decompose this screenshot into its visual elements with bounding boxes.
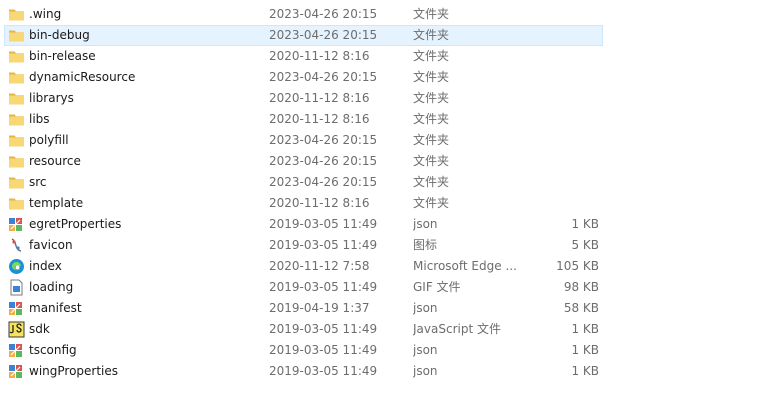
- file-name: index: [29, 259, 62, 273]
- file-name: tsconfig: [29, 343, 77, 357]
- json-file-icon: [8, 363, 25, 380]
- file-date-modified: 2019-03-05 11:49: [269, 238, 378, 252]
- file-type: 文件夹: [413, 7, 450, 21]
- file-type: 文件夹: [413, 112, 450, 126]
- file-row-resource[interactable]: resource 2023-04-26 20:15 文件夹: [0, 151, 782, 172]
- file-date-modified: 2023-04-26 20:15: [269, 7, 378, 21]
- file-date-modified: 2023-04-26 20:15: [269, 175, 378, 189]
- file-type: json: [413, 343, 438, 357]
- file-size: 105 KB: [556, 259, 599, 273]
- file-row-librarys[interactable]: librarys 2020-11-12 8:16 文件夹: [0, 88, 782, 109]
- file-type: json: [413, 217, 438, 231]
- file-size: 1 KB: [571, 364, 599, 378]
- file-row-favicon[interactable]: favicon 2019-03-05 11:49 图标 5 KB: [0, 235, 782, 256]
- file-date-modified: 2020-11-12 8:16: [269, 112, 370, 126]
- file-row-template[interactable]: template 2020-11-12 8:16 文件夹: [0, 193, 782, 214]
- file-name: libs: [29, 112, 50, 126]
- folder-icon: [8, 48, 25, 65]
- json-file-icon: [8, 342, 25, 359]
- file-name: wingProperties: [29, 364, 119, 378]
- file-type: 文件夹: [413, 28, 450, 42]
- folder-icon: [8, 132, 25, 149]
- file-type: 文件夹: [413, 91, 450, 105]
- file-list: .wing 2023-04-26 20:15 文件夹 bin-debug 202…: [0, 4, 782, 382]
- file-date-modified: 2019-03-05 11:49: [269, 280, 378, 294]
- file-date-modified: 2019-04-19 1:37: [269, 301, 370, 315]
- file-type: 文件夹: [413, 70, 450, 84]
- folder-icon: [8, 6, 25, 23]
- file-type: json: [413, 301, 438, 315]
- file-row-loading[interactable]: loading 2019-03-05 11:49 GIF 文件 98 KB: [0, 277, 782, 298]
- file-size: 1 KB: [571, 343, 599, 357]
- file-name: loading: [29, 280, 74, 294]
- file-type: JavaScript 文件: [413, 322, 501, 336]
- folder-icon: [8, 174, 25, 191]
- file-name: egretProperties: [29, 217, 122, 231]
- file-size: 5 KB: [571, 238, 599, 252]
- file-row-src[interactable]: src 2023-04-26 20:15 文件夹: [0, 172, 782, 193]
- file-date-modified: 2019-03-05 11:49: [269, 343, 378, 357]
- file-name: .wing: [29, 7, 62, 21]
- file-row-manifest[interactable]: manifest 2019-04-19 1:37 json 58 KB: [0, 298, 782, 319]
- file-row-wing[interactable]: .wing 2023-04-26 20:15 文件夹: [0, 4, 782, 25]
- file-date-modified: 2019-03-05 11:49: [269, 364, 378, 378]
- file-date-modified: 2019-03-05 11:49: [269, 217, 378, 231]
- file-row-wingproperties[interactable]: wingProperties 2019-03-05 11:49 json 1 K…: [0, 361, 782, 382]
- file-name: manifest: [29, 301, 82, 315]
- edge-html-icon: [8, 258, 25, 275]
- folder-icon: [8, 153, 25, 170]
- file-type: 文件夹: [413, 196, 450, 210]
- file-date-modified: 2020-11-12 8:16: [269, 91, 370, 105]
- file-date-modified: 2020-11-12 8:16: [269, 196, 370, 210]
- file-size: 98 KB: [563, 280, 599, 294]
- file-type: 文件夹: [413, 175, 450, 189]
- file-name: favicon: [29, 238, 73, 252]
- file-row-sdk[interactable]: sdk 2019-03-05 11:49 JavaScript 文件 1 KB: [0, 319, 782, 340]
- file-type: json: [413, 364, 438, 378]
- file-type: GIF 文件: [413, 280, 461, 294]
- file-name: bin-release: [29, 49, 96, 63]
- file-row-egretproperties[interactable]: egretProperties 2019-03-05 11:49 json 1 …: [0, 214, 782, 235]
- js-file-icon: [8, 321, 25, 338]
- file-name: template: [29, 196, 84, 210]
- file-type: 文件夹: [413, 133, 450, 147]
- file-name: resource: [29, 154, 81, 168]
- file-name: dynamicResource: [29, 70, 136, 84]
- file-row-bin-release[interactable]: bin-release 2020-11-12 8:16 文件夹: [0, 46, 782, 67]
- file-size: 58 KB: [563, 301, 599, 315]
- folder-icon: [8, 27, 25, 44]
- file-date-modified: 2023-04-26 20:15: [269, 28, 378, 42]
- json-file-icon: [8, 300, 25, 317]
- file-row-libs[interactable]: libs 2020-11-12 8:16 文件夹: [0, 109, 782, 130]
- file-size: 1 KB: [571, 217, 599, 231]
- file-row-index[interactable]: index 2020-11-12 7:58 Microsoft Edge ...…: [0, 256, 782, 277]
- gif-file-icon: [8, 279, 25, 296]
- file-name: bin-debug: [29, 28, 90, 42]
- folder-icon: [8, 111, 25, 128]
- file-date-modified: 2020-11-12 7:58: [269, 259, 370, 273]
- file-row-polyfill[interactable]: polyfill 2023-04-26 20:15 文件夹: [0, 130, 782, 151]
- file-date-modified: 2023-04-26 20:15: [269, 133, 378, 147]
- file-size: 1 KB: [571, 322, 599, 336]
- file-type: 图标: [413, 238, 438, 252]
- file-name: sdk: [29, 322, 50, 336]
- file-row-bin-debug[interactable]: bin-debug 2023-04-26 20:15 文件夹: [0, 25, 782, 46]
- file-date-modified: 2020-11-12 8:16: [269, 49, 370, 63]
- ico-file-icon: [8, 237, 25, 254]
- json-file-icon: [8, 216, 25, 233]
- file-name: librarys: [29, 91, 74, 105]
- file-date-modified: 2023-04-26 20:15: [269, 154, 378, 168]
- folder-icon: [8, 90, 25, 107]
- file-date-modified: 2023-04-26 20:15: [269, 70, 378, 84]
- file-type: Microsoft Edge ...: [413, 259, 517, 273]
- folder-icon: [8, 69, 25, 86]
- file-name: src: [29, 175, 47, 189]
- file-type: 文件夹: [413, 154, 450, 168]
- file-type: 文件夹: [413, 49, 450, 63]
- file-row-tsconfig[interactable]: tsconfig 2019-03-05 11:49 json 1 KB: [0, 340, 782, 361]
- file-row-dynamicresource[interactable]: dynamicResource 2023-04-26 20:15 文件夹: [0, 67, 782, 88]
- file-name: polyfill: [29, 133, 69, 147]
- folder-icon: [8, 195, 25, 212]
- file-date-modified: 2019-03-05 11:49: [269, 322, 378, 336]
